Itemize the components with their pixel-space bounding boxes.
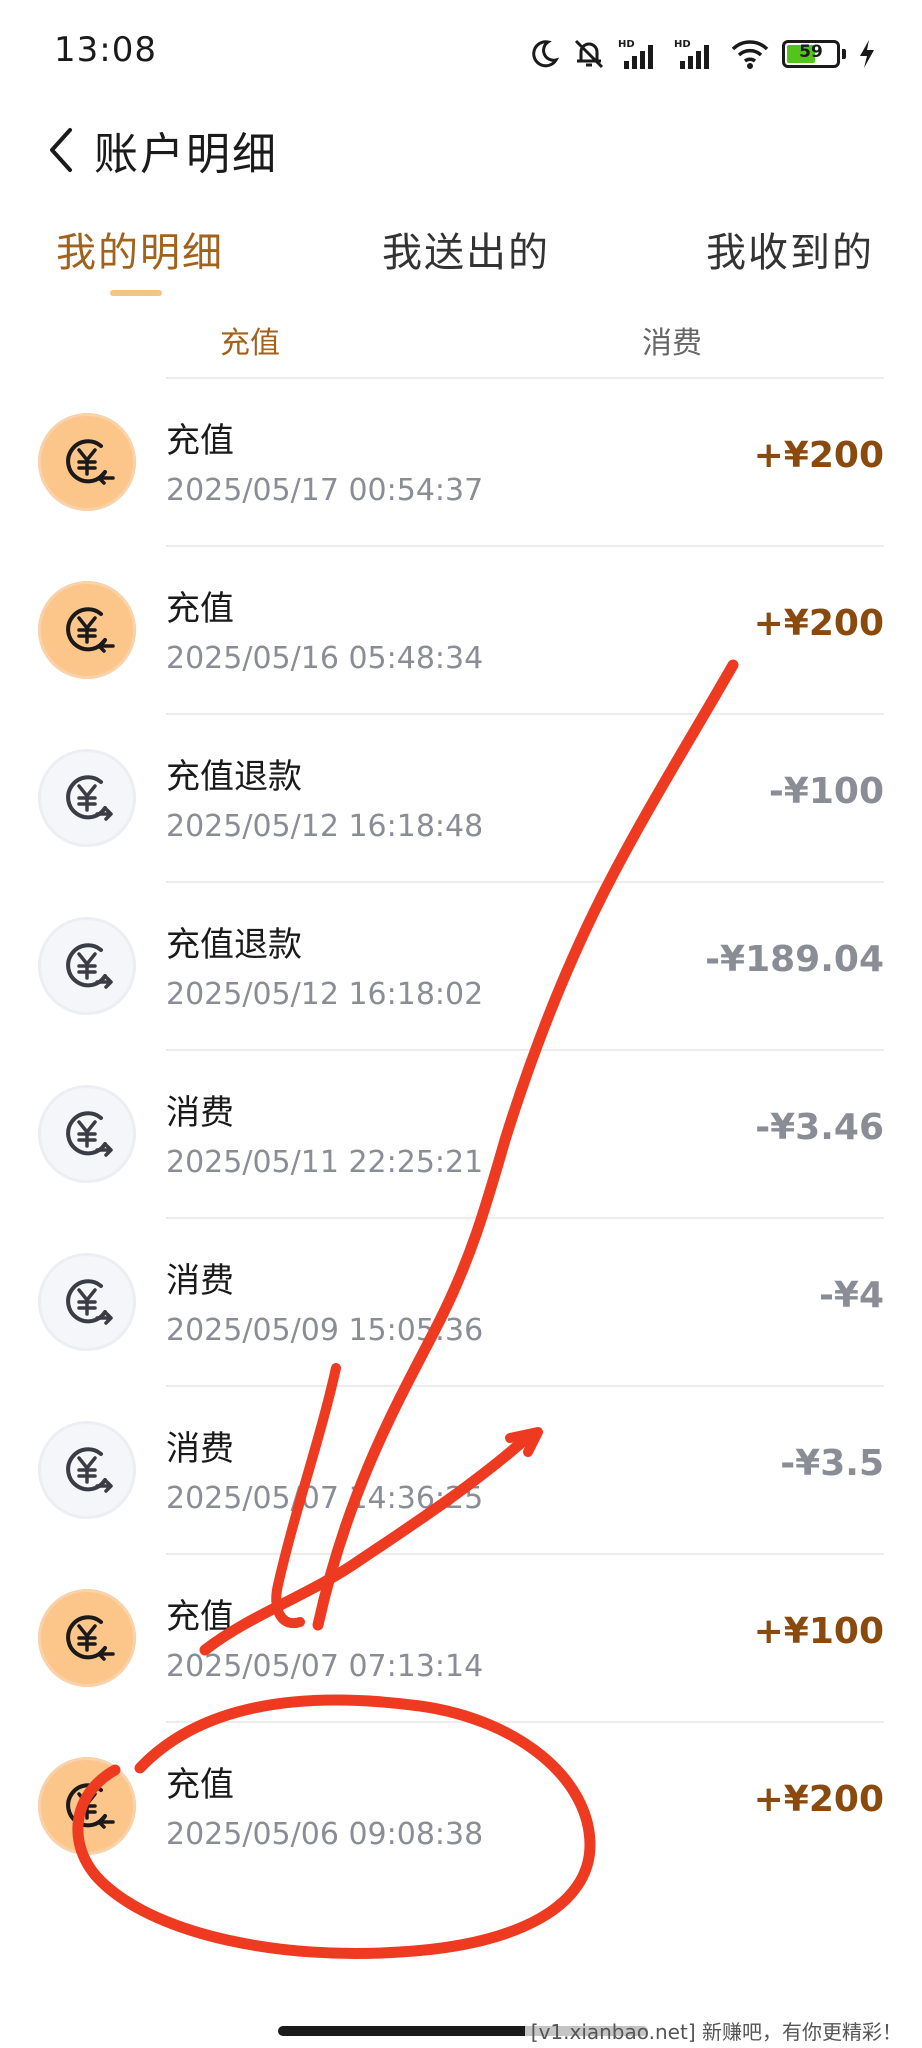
- chevron-left-icon: [50, 128, 72, 172]
- transaction-amount: +¥200: [753, 435, 884, 476]
- signal-hd-icon: HD: [618, 39, 653, 69]
- tab-received[interactable]: 我收到的: [706, 220, 874, 278]
- row-divider: [166, 1049, 884, 1051]
- transaction-title: 消费: [166, 1093, 234, 1133]
- transaction-title: 消费: [166, 1429, 234, 1469]
- header: 账户明细: [0, 100, 922, 200]
- row-divider: [166, 1721, 884, 1723]
- transaction-time: 2025/05/07 14:36:25: [166, 1481, 484, 1516]
- recharge-icon-badge: [38, 1757, 136, 1855]
- transaction-amount: +¥200: [753, 603, 884, 644]
- deduct-icon-badge: [38, 1421, 136, 1519]
- tab-active-indicator: [110, 290, 162, 296]
- transaction-title: 充值退款: [166, 925, 302, 965]
- transaction-row[interactable]: 充值 2025/05/16 05:48:34 +¥200: [0, 545, 922, 713]
- transaction-time: 2025/05/12 16:18:48: [166, 809, 484, 844]
- transaction-row[interactable]: 充值退款 2025/05/12 16:18:02 -¥189.04: [0, 881, 922, 1049]
- yen-arrow-in-icon: [66, 607, 115, 653]
- transaction-title: 充值: [166, 589, 234, 629]
- signal-hd-label: HD: [618, 39, 635, 50]
- tab-sent[interactable]: 我送出的: [382, 220, 550, 278]
- transaction-row[interactable]: 消费 2025/05/07 14:36:25 -¥3.5: [0, 1385, 922, 1553]
- transaction-row[interactable]: 消费 2025/05/11 22:25:21 -¥3.46: [0, 1049, 922, 1217]
- moon-icon: [532, 40, 560, 68]
- watermark: [v1.xianbao.net] 新赚吧，有你更精彩！: [524, 2014, 908, 2047]
- transaction-amount: -¥189.04: [705, 939, 884, 980]
- transaction-amount: -¥3.5: [780, 1443, 884, 1484]
- transaction-row[interactable]: 充值 2025/05/17 00:54:37 +¥200: [0, 377, 922, 545]
- transaction-time: 2025/05/09 15:05:36: [166, 1313, 484, 1348]
- wifi-icon: [731, 40, 769, 69]
- recharge-icon-badge: [38, 413, 136, 511]
- transaction-amount: -¥100: [768, 771, 884, 812]
- row-divider: [166, 377, 884, 379]
- status-time: 13:08: [54, 30, 157, 70]
- transaction-time: 2025/05/06 09:08:38: [166, 1817, 484, 1852]
- yen-arrow-out-icon: [66, 1111, 113, 1157]
- yen-arrow-out-icon: [66, 943, 113, 989]
- page-title: 账户明细: [94, 129, 278, 180]
- charging-bolt-icon: [860, 40, 874, 68]
- tab-my-details[interactable]: 我的明细: [56, 220, 224, 278]
- transaction-row[interactable]: 消费 2025/05/09 15:05:36 -¥4: [0, 1217, 922, 1385]
- transaction-time: 2025/05/17 00:54:37: [166, 473, 484, 508]
- yen-arrow-out-icon: [66, 1279, 113, 1325]
- subtab-recharge[interactable]: 充值: [220, 318, 280, 362]
- yen-arrow-in-icon: [66, 439, 115, 485]
- back-button[interactable]: [36, 120, 86, 180]
- transaction-title: 充值: [166, 421, 234, 461]
- mute-bell-icon: [574, 39, 604, 69]
- recharge-icon-badge: [38, 581, 136, 679]
- yen-arrow-in-icon: [66, 1615, 115, 1661]
- transaction-time: 2025/05/07 07:13:14: [166, 1649, 484, 1684]
- status-bar: 13:08 HD HD 59: [0, 0, 922, 110]
- transaction-title: 消费: [166, 1261, 234, 1301]
- transaction-row[interactable]: 充值 2025/05/07 07:13:14 +¥100: [0, 1553, 922, 1721]
- transaction-time: 2025/05/16 05:48:34: [166, 641, 484, 676]
- signal-hd-icon-2: HD: [674, 39, 709, 69]
- row-divider: [166, 545, 884, 547]
- battery-cap: [842, 49, 846, 59]
- battery-icon: 59: [782, 40, 840, 68]
- transaction-amount: -¥4: [818, 1275, 884, 1316]
- deduct-icon-badge: [38, 917, 136, 1015]
- row-divider: [166, 1217, 884, 1219]
- transaction-time: 2025/05/11 22:25:21: [166, 1145, 484, 1180]
- deduct-icon-badge: [38, 1085, 136, 1183]
- tab-bar: 我的明细 我送出的 我收到的: [0, 220, 922, 296]
- transaction-amount: +¥200: [753, 1779, 884, 1820]
- battery-level: 59: [799, 42, 823, 62]
- transaction-row[interactable]: 充值退款 2025/05/12 16:18:48 -¥100: [0, 713, 922, 881]
- subtab-bar: 充值 消费: [0, 318, 922, 368]
- transaction-list: 充值 2025/05/17 00:54:37 +¥200 充值 2025/05/16 0…: [0, 377, 922, 1889]
- row-divider: [166, 713, 884, 715]
- yen-arrow-out-icon: [66, 775, 113, 821]
- signal-hd-label-2: HD: [674, 39, 691, 50]
- yen-arrow-out-icon: [66, 1447, 113, 1493]
- transaction-title: 充值: [166, 1597, 234, 1637]
- row-divider: [166, 1553, 884, 1555]
- status-icons: HD HD 59: [528, 34, 876, 74]
- deduct-icon-badge: [38, 749, 136, 847]
- transaction-amount: +¥100: [753, 1611, 884, 1652]
- transaction-amount: -¥3.46: [755, 1107, 884, 1148]
- recharge-icon-badge: [38, 1589, 136, 1687]
- transaction-time: 2025/05/12 16:18:02: [166, 977, 484, 1012]
- row-divider: [166, 881, 884, 883]
- row-divider: [166, 1385, 884, 1387]
- subtab-consume[interactable]: 消费: [642, 318, 702, 362]
- yen-arrow-in-icon: [66, 1783, 115, 1829]
- deduct-icon-badge: [38, 1253, 136, 1351]
- transaction-title: 充值: [166, 1765, 234, 1805]
- transaction-row[interactable]: 充值 2025/05/06 09:08:38 +¥200: [0, 1721, 922, 1889]
- transaction-title: 充值退款: [166, 757, 302, 797]
